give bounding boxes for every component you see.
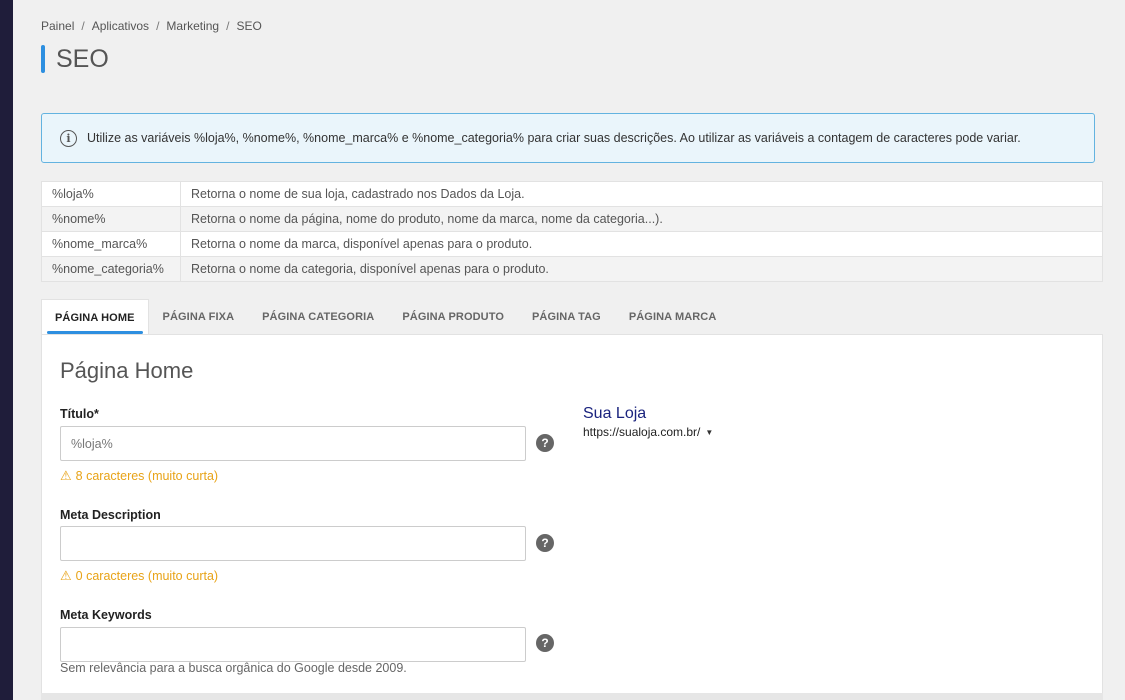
table-row: %loja% Retorna o nome de sua loja, cadas…: [41, 181, 1103, 207]
meta-keywords-help-icon[interactable]: ?: [536, 634, 554, 652]
title-field-label: Título*: [60, 407, 99, 421]
app-sidebar-edge: [0, 0, 13, 700]
page-title: SEO: [56, 44, 109, 73]
info-alert-text: Utilize as variáveis %loja%, %nome%, %no…: [87, 131, 1021, 145]
meta-description-warning-text: 0 caracteres (muito curta): [75, 569, 219, 583]
table-row: %nome% Retorna o nome da página, nome do…: [41, 206, 1103, 232]
variable-name: %loja%: [41, 181, 181, 207]
variables-table: %loja% Retorna o nome de sua loja, cadas…: [41, 181, 1103, 282]
tab-pagina-tag[interactable]: PÁGINA TAG: [518, 299, 615, 335]
tab-pagina-categoria[interactable]: PÁGINA CATEGORIA: [248, 299, 388, 335]
breadcrumb-marketing[interactable]: Marketing: [166, 19, 219, 33]
tab-pagina-fixa[interactable]: PÁGINA FIXA: [149, 299, 249, 335]
variable-description: Retorna o nome da página, nome do produt…: [180, 206, 1103, 232]
meta-description-length-warning: ⚠ 0 caracteres (muito curta): [60, 568, 218, 584]
title-warning-text: 8 caracteres (muito curta): [75, 469, 219, 483]
info-alert: i Utilize as variáveis %loja%, %nome%, %…: [41, 113, 1095, 163]
breadcrumb: Painel / Aplicativos / Marketing / SEO: [41, 19, 262, 33]
breadcrumb-separator: /: [226, 19, 230, 33]
table-row: %nome_categoria% Retorna o nome da categ…: [41, 256, 1103, 282]
tab-pagina-produto[interactable]: PÁGINA PRODUTO: [388, 299, 518, 335]
variable-description: Retorna o nome da marca, disponível apen…: [180, 231, 1103, 257]
title-input[interactable]: [60, 426, 526, 461]
page-tabs: PÁGINA HOME PÁGINA FIXA PÁGINA CATEGORIA…: [41, 299, 730, 335]
panel-bottom-strip: [41, 693, 1103, 700]
meta-description-label: Meta Description: [60, 508, 161, 522]
breadcrumb-aplicativos[interactable]: Aplicativos: [92, 19, 149, 33]
preview-url: https://sualoja.com.br/: [583, 425, 701, 439]
breadcrumb-separator: /: [156, 19, 160, 33]
info-icon: i: [60, 129, 77, 147]
meta-keywords-hint: Sem relevância para a busca orgânica do …: [60, 661, 407, 675]
caret-down-icon[interactable]: ▼: [705, 428, 713, 437]
title-accent-bar: [41, 45, 45, 73]
variable-description: Retorna o nome de sua loja, cadastrado n…: [180, 181, 1103, 207]
tab-panel-home: Página Home Título* ? ⚠ 8 caracteres (mu…: [41, 334, 1103, 700]
breadcrumb-current: SEO: [236, 19, 262, 33]
breadcrumb-painel[interactable]: Painel: [41, 19, 74, 33]
tab-pagina-home[interactable]: PÁGINA HOME: [41, 299, 149, 335]
tab-pagina-marca[interactable]: PÁGINA MARCA: [615, 299, 731, 335]
panel-title: Página Home: [60, 358, 194, 383]
warning-icon: ⚠: [60, 568, 72, 583]
title-help-icon[interactable]: ?: [536, 434, 554, 452]
title-length-warning: ⚠ 8 caracteres (muito curta): [60, 468, 218, 484]
meta-description-input[interactable]: [60, 526, 526, 561]
variable-name: %nome_marca%: [41, 231, 181, 257]
search-preview: Sua Loja https://sualoja.com.br/ ▼: [583, 405, 713, 439]
meta-description-help-icon[interactable]: ?: [536, 534, 554, 552]
table-row: %nome_marca% Retorna o nome da marca, di…: [41, 231, 1103, 257]
variable-name: %nome_categoria%: [41, 256, 181, 282]
meta-keywords-input[interactable]: [60, 627, 526, 662]
warning-icon: ⚠: [60, 468, 72, 483]
breadcrumb-separator: /: [81, 19, 85, 33]
preview-url-row: https://sualoja.com.br/ ▼: [583, 425, 713, 439]
meta-keywords-label: Meta Keywords: [60, 608, 152, 622]
page-header: SEO: [41, 45, 109, 73]
variable-description: Retorna o nome da categoria, disponível …: [180, 256, 1103, 282]
variable-name: %nome%: [41, 206, 181, 232]
preview-title: Sua Loja: [583, 405, 647, 422]
